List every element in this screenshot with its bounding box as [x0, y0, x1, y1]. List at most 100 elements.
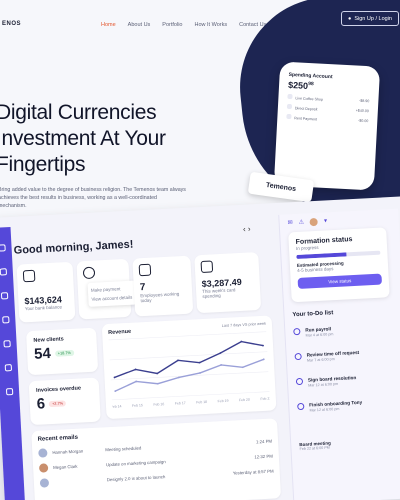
grid-line [109, 351, 268, 361]
avatar[interactable] [309, 217, 319, 227]
x-tick-label: Feb 18 [196, 400, 207, 405]
board-meeting[interactable]: Board meeting Feb 22 at 6:00 PM [299, 440, 331, 451]
action-dropdown: Make payment View account details [87, 280, 137, 307]
card-icon [200, 260, 214, 274]
phone-row-label: Rent Payment [294, 116, 318, 122]
new-clients-card[interactable]: New clients 54 +18.7% [25, 327, 99, 376]
hero-subtitle: Bring added value to the degree of busin… [0, 187, 186, 209]
email-sender: Megan Clark [53, 463, 78, 471]
phone-amount-main: $250 [287, 79, 309, 91]
todo-item[interactable]: Sign board resolution Mar 12 at 6:00 pm [295, 375, 357, 388]
board-meeting-date: Feb 22 at 6:00 PM [299, 445, 330, 452]
settings-icon[interactable] [5, 388, 14, 396]
balance-label: Your bank balance [24, 304, 63, 312]
formation-status-card: Formation status In progress Estimated p… [288, 227, 390, 303]
formation-progress [296, 250, 381, 260]
calendar-icon[interactable] [0, 292, 9, 300]
payment-card: Make payment View account details [76, 258, 137, 320]
hero-heading-line3: Fingertips [0, 153, 86, 176]
phone-row-label: Direct Deposit [294, 106, 318, 112]
phone-row-value: +$40.00 [355, 108, 369, 114]
brand-logo[interactable]: ENOS [2, 21, 21, 27]
todo-item[interactable]: Finish onboarding Tony Mar 12 at 6:00 pm [297, 400, 362, 413]
x-tick-label: Feb 19 [217, 399, 228, 404]
x-tick-label: Feb 17 [175, 401, 186, 406]
carousel-arrows[interactable]: ‹ › [243, 224, 251, 233]
clock-icon [82, 266, 96, 280]
balance-card[interactable]: $143,624 Your bank balance [16, 261, 76, 323]
wallet-card-icon [22, 269, 36, 283]
todo-due: Mar 4 at 6:00 pm [305, 332, 334, 338]
document-icon[interactable] [4, 364, 13, 372]
revenue-chart: Feb 14 Feb 15 Feb 16 Feb 17 Feb 18 Feb 19 Feb … [108, 331, 271, 409]
email-sender [54, 480, 102, 483]
email-subject: Update on marketing campaign [105, 459, 166, 468]
nav-item-home[interactable]: Home [101, 22, 116, 28]
phone-row: Rent Payment -$0.00 [286, 113, 369, 124]
todo-item[interactable]: Run payroll Mar 4 at 6:00 pm [293, 326, 334, 338]
people-icon [138, 263, 152, 277]
dropdown-item[interactable]: View account details [91, 293, 133, 304]
chevron-down-icon[interactable]: ▾ [324, 217, 327, 225]
employees-card[interactable]: 7 Employees working today [132, 255, 194, 317]
nav-item-how[interactable]: How It Works [194, 22, 227, 28]
hero-heading-line1: Digital Currencies [0, 101, 157, 124]
avatar [38, 463, 49, 473]
phone-amount-cents: 98 [308, 80, 314, 88]
invoices-card[interactable]: Invoices overdue 6 +2.7% [28, 377, 101, 426]
new-clients-value: 54 [33, 345, 52, 363]
dashboard-mockup: Good morning, James! ‹ › $143,624 Your b… [0, 193, 400, 500]
spending-label: This week's card spending [202, 287, 236, 299]
hero-heading: Digital Currencies Investment At Your Fi… [0, 100, 166, 178]
email-list: Hannah Morgan Meeting scheduled 1:24 PM Meg… [38, 437, 274, 488]
series-line-2 [114, 358, 265, 392]
email-time: 1:24 PM [255, 438, 273, 445]
home-icon[interactable] [0, 244, 6, 252]
nav-item-portfolio[interactable]: Portfolio [162, 22, 182, 28]
phone-row: Direct Deposit +$40.00 [286, 103, 369, 114]
nav-item-about[interactable]: About Us [128, 22, 151, 28]
revenue-card: Revenue Last 7 days VS prior week Feb 14… [101, 315, 277, 420]
phone-row: Live Coffee Shop -$8.90 [287, 93, 370, 104]
phone-row-label: Live Coffee Shop [295, 96, 323, 102]
x-tick-label: Feb 16 [153, 402, 164, 407]
mail-icon[interactable]: ✉ [287, 219, 293, 227]
email-subject: Meeting scheduled [105, 445, 142, 453]
employees-label: Employees working today [140, 291, 180, 304]
deposit-icon [286, 103, 293, 110]
coffee-icon [287, 93, 293, 100]
view-status-button[interactable]: View status [297, 273, 383, 289]
todo-icon [294, 352, 302, 361]
greeting-heading: Good morning, James! [13, 238, 134, 257]
phone-row-value: -$0.00 [358, 118, 369, 124]
wallet-icon[interactable] [3, 340, 11, 348]
bell-icon[interactable]: ⚠ [298, 219, 305, 227]
header-icons: ✉ ⚠ ▾ [287, 217, 327, 227]
todo-icon [295, 377, 304, 386]
signup-button[interactable]: ● Sign Up / Login [341, 11, 399, 26]
todo-icon [297, 402, 305, 411]
todo-list: Run payroll Mar 4 at 6:00 pm Review time o… [279, 209, 398, 413]
invoices-value: 6 [36, 395, 46, 413]
screenshot-stage: ENOS Home About Us Portfolio How It Work… [0, 0, 400, 500]
spending-card[interactable]: $3,287.49 This week's card spending [194, 252, 262, 314]
user-icon: ● [348, 15, 352, 22]
recent-emails-card: Recent emails Hannah Morgan Meeting sched… [31, 418, 282, 500]
invoices-badge: +2.7% [48, 399, 67, 407]
email-time: Yesterday at 8:57 PM [232, 468, 274, 476]
chart-icon[interactable] [0, 268, 8, 276]
rent-icon [286, 113, 292, 120]
phone-amount: $25098 [288, 80, 370, 94]
avatar [38, 448, 48, 458]
users-icon[interactable] [2, 316, 10, 324]
right-panel: ✉ ⚠ ▾ Formation status In progress Estim… [278, 208, 400, 500]
email-subject: Designly 2.0 is about to launch [106, 474, 166, 483]
signup-label: Sign Up / Login [354, 15, 392, 22]
phone-mockup: Spending Account $25098 Live Coffee Shop… [273, 61, 381, 191]
todo-title: Your to-Do list [292, 310, 334, 319]
email-sender: Hannah Morgan [52, 448, 84, 456]
todo-item[interactable]: Review time off request Mar 7 at 6:00 pm [294, 350, 359, 363]
phone-row-value: -$8.90 [359, 98, 370, 104]
hero-heading-line2: Investment At Your [0, 127, 166, 150]
top-nav: Home About Us Portfolio How It Works Con… [101, 22, 266, 28]
